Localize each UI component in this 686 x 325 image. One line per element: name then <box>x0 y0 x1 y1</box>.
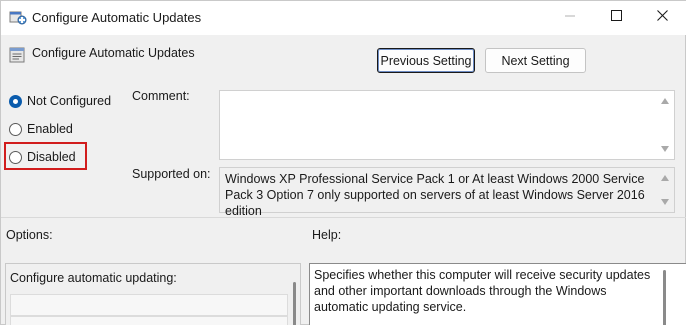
radio-button[interactable] <box>9 122 22 136</box>
comment-label: Comment: <box>132 89 190 103</box>
supported-on-field: Windows XP Professional Service Pack 1 o… <box>219 167 675 218</box>
radio-label: Not Configured <box>27 94 112 108</box>
scroll-up-icon[interactable] <box>661 98 669 104</box>
help-text: Specifies whether this computer will rec… <box>314 268 651 314</box>
policy-settings-icon <box>9 9 27 25</box>
supported-on-label: Supported on: <box>132 167 211 181</box>
options-field[interactable] <box>10 316 288 325</box>
supported-scrollbar[interactable] <box>657 168 674 212</box>
highlight-annotation <box>4 142 87 170</box>
previous-setting-button[interactable]: Previous Setting <box>377 48 475 73</box>
options-heading: Options: <box>6 228 53 242</box>
options-panel: Configure automatic updating: <box>5 263 301 325</box>
comment-scrollbar[interactable] <box>657 91 674 159</box>
radio-not-configured[interactable]: Not Configured <box>9 91 111 111</box>
maximize-button[interactable] <box>593 1 639 33</box>
maximize-icon <box>610 10 622 24</box>
help-scrollbar[interactable] <box>663 270 666 325</box>
comment-textarea[interactable] <box>219 90 675 160</box>
scroll-up-icon[interactable] <box>661 175 669 181</box>
configure-updating-dropdown[interactable] <box>10 294 288 316</box>
scroll-down-icon[interactable] <box>661 199 669 205</box>
setting-title: Configure Automatic Updates <box>32 46 195 60</box>
radio-label: Enabled <box>27 122 73 136</box>
radio-enabled[interactable]: Enabled <box>9 119 73 139</box>
close-button[interactable] <box>639 1 685 33</box>
options-scrollbar[interactable] <box>293 282 296 325</box>
radio-button-checked[interactable] <box>9 94 22 108</box>
close-icon <box>656 10 668 24</box>
supported-on-text: Windows XP Professional Service Pack 1 o… <box>225 172 645 218</box>
help-panel: Specifies whether this computer will rec… <box>309 263 686 325</box>
section-divider <box>1 217 686 218</box>
configure-updating-label: Configure automatic updating: <box>10 271 177 285</box>
minimize-button[interactable] <box>547 1 593 33</box>
next-setting-button[interactable]: Next Setting <box>485 48 586 73</box>
help-heading: Help: <box>312 228 342 242</box>
policy-setting-icon <box>9 47 25 63</box>
window-title: Configure Automatic Updates <box>32 10 202 25</box>
scroll-down-icon[interactable] <box>661 146 669 152</box>
minimize-icon <box>565 10 575 24</box>
dialog-window: Configure Automatic Updates Configure Au… <box>0 0 686 325</box>
title-bar: Configure Automatic Updates <box>1 1 686 35</box>
